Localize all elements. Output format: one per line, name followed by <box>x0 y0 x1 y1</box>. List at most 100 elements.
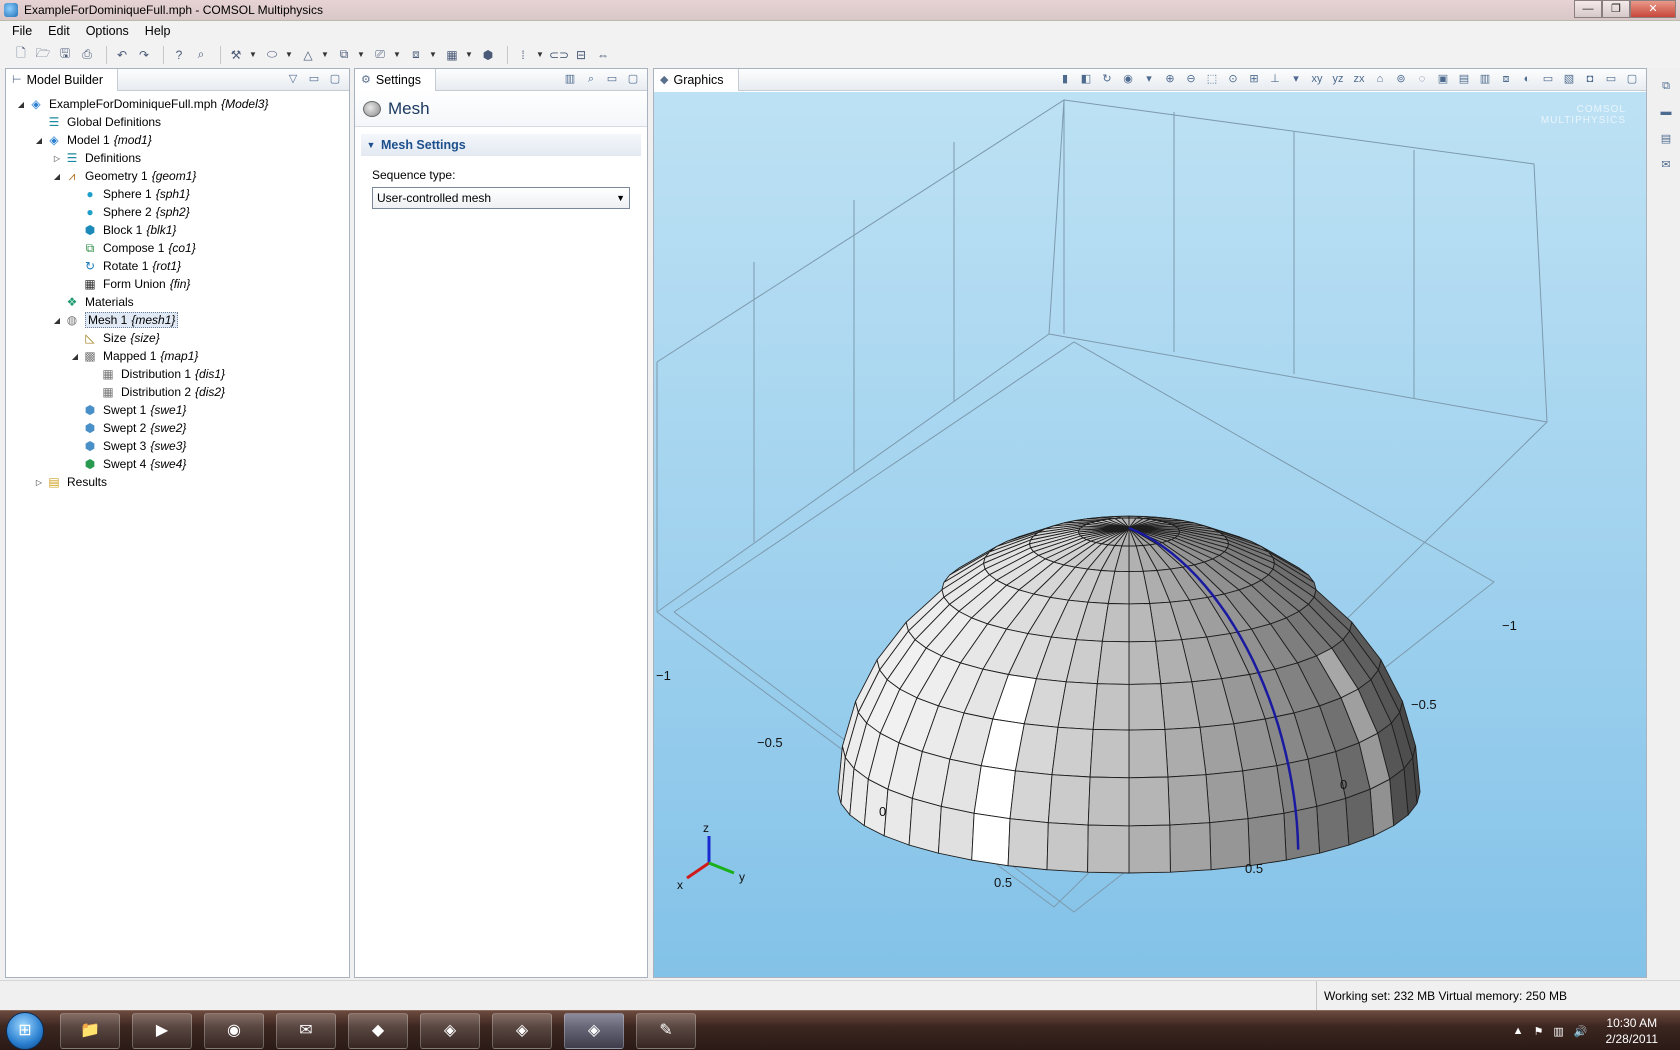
taskbar-explorer-button[interactable]: 📁 <box>60 1013 120 1049</box>
tree-item-model[interactable]: ◢ ◈ Model 1 {mod1} <box>6 131 349 149</box>
rotate-view-icon[interactable]: ↻ <box>1099 71 1115 87</box>
reset-view-icon[interactable]: ⌂ <box>1372 71 1388 87</box>
tree-item-compose[interactable]: ⧉ Compose 1 {co1} <box>6 239 349 257</box>
material-tool-icon[interactable]: ⧉ <box>335 46 353 64</box>
minimize-panel-icon[interactable]: ▭ <box>604 71 620 87</box>
tree-item-distribution[interactable]: ▦ Distribution 2 {dis2} <box>6 383 349 401</box>
face-display-icon[interactable]: ▧ <box>1561 71 1577 87</box>
sequence-type-select[interactable]: User-controlled mesh ▼ <box>372 187 630 209</box>
taskbar-paint-button[interactable]: ✎ <box>636 1013 696 1049</box>
view-menu-icon[interactable]: ▽ <box>285 71 301 87</box>
expand-toggle-icon[interactable]: ◢ <box>14 100 28 109</box>
chevron-down-icon[interactable]: ▾ <box>1141 71 1157 87</box>
transparency-icon[interactable]: ◌ <box>1414 71 1430 87</box>
split-icon[interactable]: ⊟ <box>572 46 590 64</box>
tree-item-size[interactable]: ◺ Size {size} <box>6 329 349 347</box>
physics-tool-icon[interactable]: △ <box>299 46 317 64</box>
tree-item-geometry[interactable]: ◢ ⩘ Geometry 1 {geom1} <box>6 167 349 185</box>
taskbar-app-5-button[interactable]: ◆ <box>348 1013 408 1049</box>
scene-light-icon[interactable]: ⊚ <box>1393 71 1409 87</box>
network-icon[interactable]: ▥ <box>1553 1025 1563 1038</box>
maximize-panel-icon[interactable]: ▢ <box>625 71 641 87</box>
build-icon[interactable]: ⚒ <box>227 46 245 64</box>
restore-icon[interactable]: ⧉ <box>1658 80 1674 94</box>
messages-icon[interactable]: ✉ <box>1658 158 1674 172</box>
link-icon[interactable]: ⊂⊃ <box>549 46 569 64</box>
tree-item-mesh[interactable]: ◢ ◍ Mesh 1 {mesh1} <box>6 311 349 329</box>
chevron-down-icon[interactable]: ▼ <box>465 46 473 64</box>
save-icon[interactable]: 🖫 <box>56 46 74 64</box>
minimize-button[interactable]: — <box>1574 0 1602 18</box>
expand-toggle-icon[interactable]: ◢ <box>68 352 82 361</box>
resize-icon[interactable]: ⇔ <box>594 46 612 64</box>
view-yz-icon[interactable]: yz <box>1330 71 1346 87</box>
expand-toggle-icon[interactable]: ◢ <box>32 136 46 145</box>
open-file-icon[interactable]: 🗁 <box>34 46 52 64</box>
minimize-panel-icon[interactable]: ▭ <box>1603 71 1619 87</box>
study-tool-icon[interactable]: ⎚ <box>371 46 389 64</box>
menu-help[interactable]: Help <box>137 24 179 38</box>
expand-toggle-icon[interactable]: ▷ <box>50 154 64 163</box>
wireframe-icon[interactable]: ▣ <box>1435 71 1451 87</box>
tree-item-swept[interactable]: ⬢ Swept 2 {swe2} <box>6 419 349 437</box>
tree-item-block[interactable]: ⬢ Block 1 {blk1} <box>6 221 349 239</box>
tab-model-builder[interactable]: ⊢ Model Builder <box>6 68 119 91</box>
tree-item-distribution[interactable]: ▦ Distribution 1 {dis1} <box>6 365 349 383</box>
geometry-tool-icon[interactable]: ⬭ <box>263 46 281 64</box>
clip-icon[interactable]: ⧈ <box>1498 71 1514 87</box>
taskbar-firefox-button[interactable]: ◉ <box>204 1013 264 1049</box>
menu-file[interactable]: File <box>4 24 40 38</box>
view-zx-icon[interactable]: zx <box>1351 71 1367 87</box>
chevron-down-icon[interactable]: ▼ <box>429 46 437 64</box>
zoom-extents-icon[interactable]: ⊞ <box>1246 71 1262 87</box>
camera-icon[interactable]: ◘ <box>1582 71 1598 87</box>
render-mode-icon[interactable]: ▤ <box>1456 71 1472 87</box>
log-icon[interactable]: ▤ <box>1658 132 1674 146</box>
expand-toggle-icon[interactable]: ◢ <box>50 316 64 325</box>
tab-settings[interactable]: ⚙ Settings <box>355 68 437 91</box>
chevron-down-icon[interactable]: ▾ <box>1288 71 1304 87</box>
close-button[interactable]: ✕ <box>1630 0 1676 18</box>
taskbar-comsol-button[interactable]: ◈ <box>564 1013 624 1049</box>
graphics-viewport[interactable]: −1 −0.5 0 0.5 −1 −0.5 0 0.5 z x y COMSOL MULTIPHYS… <box>654 92 1646 977</box>
expand-toggle-icon[interactable]: ▷ <box>32 478 46 487</box>
new-file-icon[interactable]: 🗋 <box>12 46 30 64</box>
zoom-in-icon[interactable]: ⊕ <box>1162 71 1178 87</box>
minimize-panel-icon[interactable]: ▭ <box>306 71 322 87</box>
select-object-icon[interactable]: ▮ <box>1057 71 1073 87</box>
tree-item-swept[interactable]: ⬢ Swept 3 {swe3} <box>6 437 349 455</box>
render-mode-alt-icon[interactable]: ▥ <box>1477 71 1493 87</box>
tree-item-form-union[interactable]: ▦ Form Union {fin} <box>6 275 349 293</box>
print-icon[interactable]: ⎙ <box>78 46 96 64</box>
maximize-panel-icon[interactable]: ▢ <box>1624 71 1640 87</box>
settings-search-icon[interactable]: ⌕ <box>583 71 599 87</box>
grid-icon[interactable]: ⁞ <box>514 46 532 64</box>
tab-graphics[interactable]: ◆ Graphics <box>654 68 739 91</box>
taskbar-app-6-button[interactable]: ◈ <box>420 1013 480 1049</box>
undo-icon[interactable]: ↶ <box>113 46 131 64</box>
taskbar-media-player-button[interactable]: ▶ <box>132 1013 192 1049</box>
help-icon[interactable]: ? <box>170 46 188 64</box>
tree-item-mapped[interactable]: ◢ ▩ Mapped 1 {map1} <box>6 347 349 365</box>
chevron-down-icon[interactable]: ▼ <box>357 46 365 64</box>
view-xy-icon[interactable]: xy <box>1309 71 1325 87</box>
tray-expand-icon[interactable]: ▲ <box>1513 1025 1524 1037</box>
redo-icon[interactable]: ↷ <box>135 46 153 64</box>
action-center-icon[interactable]: ⚑ <box>1534 1025 1544 1038</box>
select-box-icon[interactable]: ◧ <box>1078 71 1094 87</box>
chevron-down-icon[interactable]: ▼ <box>321 46 329 64</box>
tree-item-results[interactable]: ▷ ▤ Results <box>6 473 349 491</box>
menu-edit[interactable]: Edit <box>40 24 78 38</box>
mesh-tool-icon[interactable]: ▦ <box>443 46 461 64</box>
axes-icon[interactable]: ⊥ <box>1267 71 1283 87</box>
mesh-settings-section[interactable]: ▼ Mesh Settings <box>361 134 641 156</box>
chevron-down-icon[interactable]: ▼ <box>393 46 401 64</box>
tree-item-materials[interactable]: ❖ Materials <box>6 293 349 311</box>
tree-item-rotate[interactable]: ↻ Rotate 1 {rot1} <box>6 257 349 275</box>
tree-item-swept[interactable]: ⬢ Swept 1 {swe1} <box>6 401 349 419</box>
progress-icon[interactable]: ▬ <box>1658 106 1674 120</box>
clock[interactable]: 10:30 AM 2/28/2011 <box>1606 1015 1659 1047</box>
build-all-icon[interactable]: ▥ <box>562 71 578 87</box>
menu-options[interactable]: Options <box>78 24 137 38</box>
search-help-icon[interactable]: ⌕ <box>192 46 210 64</box>
